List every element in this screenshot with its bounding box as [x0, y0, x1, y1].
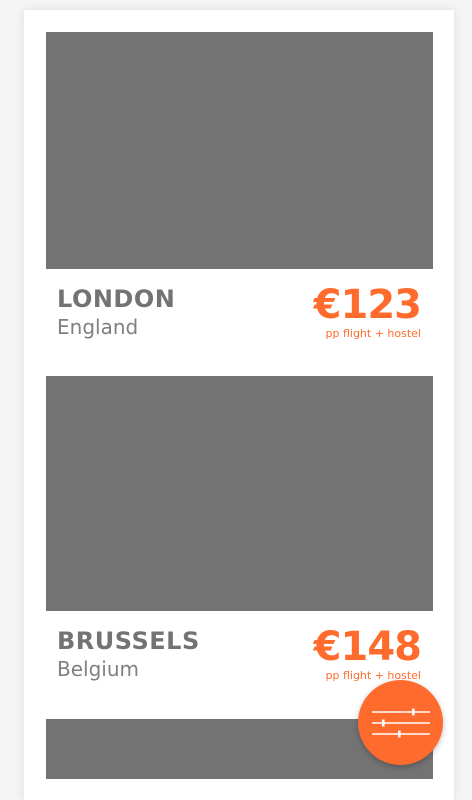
price-note: pp flight + hostel — [325, 327, 422, 340]
destination-image[interactable] — [46, 376, 433, 611]
destination-card[interactable]: LONDON England €123 pp flight + hostel — [46, 32, 433, 357]
sliders-icon — [371, 708, 430, 737]
destination-info: BRUSSELS Belgium €148 pp flight + hostel — [46, 611, 433, 699]
filter-button[interactable] — [358, 680, 443, 765]
destination-country: England — [57, 315, 139, 339]
destination-city: LONDON — [57, 285, 176, 313]
destination-price: €148 — [313, 624, 422, 670]
destination-city: BRUSSELS — [57, 627, 200, 655]
destination-country: Belgium — [57, 657, 139, 681]
destination-card[interactable]: BRUSSELS Belgium €148 pp flight + hostel — [46, 376, 433, 699]
destination-image[interactable] — [46, 32, 433, 269]
destination-info: LONDON England €123 pp flight + hostel — [46, 269, 433, 357]
destination-price: €123 — [313, 282, 422, 328]
